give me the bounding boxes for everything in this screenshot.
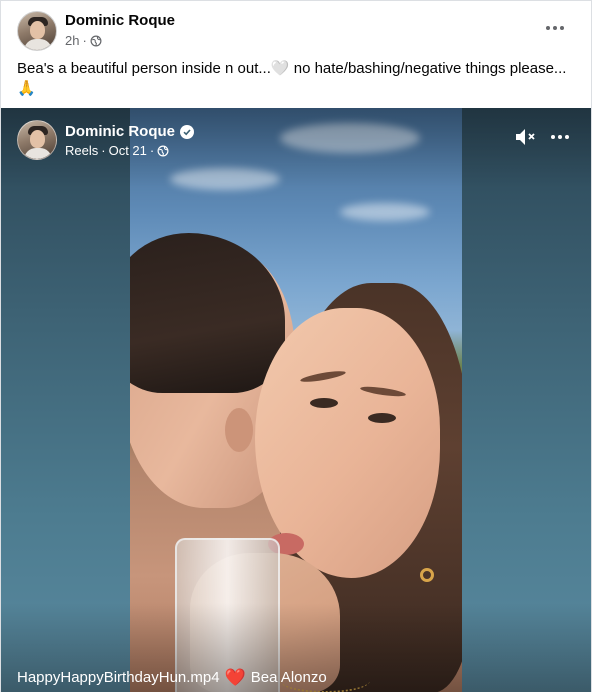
meta-separator: · xyxy=(82,33,87,48)
reel-author: Dominic Roque xyxy=(65,123,195,140)
reel-source[interactable]: Reels xyxy=(65,143,98,158)
post-more-button[interactable] xyxy=(537,16,573,40)
praying-hands-emoji: 🙏 xyxy=(17,80,36,97)
reel-date[interactable]: Oct 21 xyxy=(109,143,147,158)
more-dots-icon xyxy=(546,26,564,30)
more-dots-icon xyxy=(551,135,569,139)
verified-badge-icon xyxy=(180,124,195,139)
post-time[interactable]: 2h xyxy=(65,33,79,48)
tagged-person[interactable]: Bea Alonzo xyxy=(251,669,327,686)
reel-author-name[interactable]: Dominic Roque xyxy=(65,123,175,140)
globe-icon[interactable] xyxy=(90,35,102,47)
facebook-post: Dominic Roque 2h · Bea's a beautiful per… xyxy=(0,0,592,692)
post-caption: Bea's a beautiful person inside n out...… xyxy=(17,59,577,99)
muted-speaker-icon xyxy=(516,129,535,145)
globe-icon[interactable] xyxy=(157,145,169,157)
author-name[interactable]: Dominic Roque xyxy=(65,12,175,29)
reel-more-button[interactable] xyxy=(545,126,575,148)
video-caption: HappyHappyBirthdayHun.mp4 ❤️ Bea Alonzo xyxy=(17,669,327,686)
reel-meta: Reels · Oct 21 · xyxy=(65,143,169,158)
red-heart-emoji: ❤️ xyxy=(224,668,246,687)
caption-text-2: no hate/bashing/negative things please..… xyxy=(289,60,567,77)
author-avatar[interactable] xyxy=(17,11,57,51)
meta-separator: · xyxy=(101,143,106,158)
meta-separator: · xyxy=(149,143,155,158)
mute-toggle-button[interactable] xyxy=(513,126,539,148)
video-title: HappyHappyBirthdayHun.mp4 xyxy=(17,669,220,686)
post-meta: 2h · xyxy=(65,33,102,48)
reel-author-avatar[interactable] xyxy=(17,120,57,160)
reel-video[interactable]: Dominic Roque Reels · Oct 21 · HappyHapp… xyxy=(1,108,591,692)
white-heart-emoji: 🤍 xyxy=(270,60,290,77)
post-header: Dominic Roque 2h · xyxy=(1,1,591,57)
caption-text-1: Bea's a beautiful person inside n out... xyxy=(17,60,271,77)
